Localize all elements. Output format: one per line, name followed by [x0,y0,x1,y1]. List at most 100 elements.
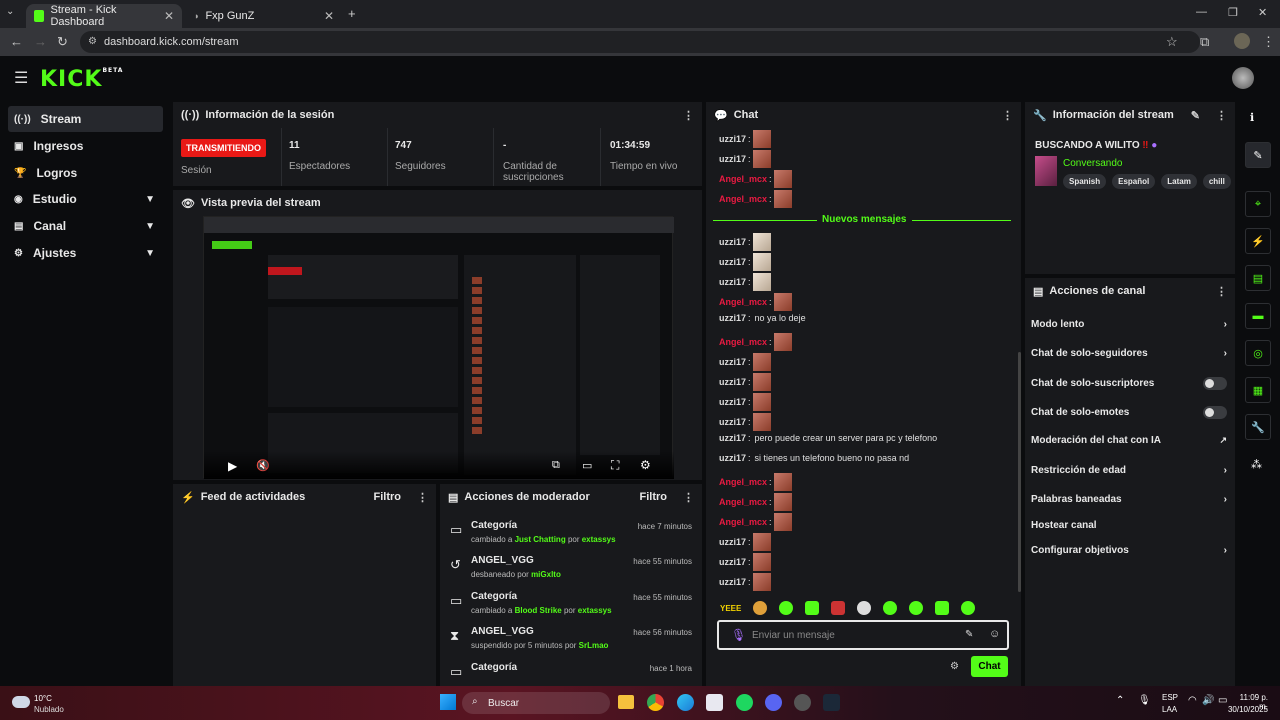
chat-username[interactable]: uzzi17 [719,417,746,427]
toggle-switch[interactable] [1203,377,1227,390]
mod-target-link[interactable]: Blood Strike [515,606,562,615]
chat-emote[interactable] [752,533,771,551]
chat-emote[interactable] [752,393,771,411]
info-icon[interactable]: ℹ [1250,111,1254,124]
close-tab-icon[interactable]: ✕ [164,9,174,23]
wrench-icon[interactable]: 🔧 [1245,414,1271,440]
hamburger-menu-icon[interactable]: ☰ [14,68,28,88]
chat-emote[interactable] [752,373,771,391]
tag-chip[interactable]: Latam [1161,174,1197,189]
action-moderacion-ia[interactable]: Moderación del chat con IA ↗ [1031,435,1227,446]
chat-emote[interactable] [752,150,771,168]
more-options-icon[interactable]: ⋮ [683,109,694,122]
chat-emote[interactable] [773,170,792,188]
edit-stream-icon[interactable]: ✎ [1245,142,1271,168]
tag-chip[interactable]: Spanish [1063,174,1107,189]
chat-username[interactable]: uzzi17 [719,453,746,463]
chat-username[interactable]: uzzi17 [719,577,746,587]
widgets-icon[interactable]: ⁂ [1251,458,1262,471]
more-options-icon[interactable]: ⋮ [1216,109,1227,122]
mod-user-link[interactable]: extassys [582,535,616,544]
chat-username[interactable]: uzzi17 [719,433,746,443]
translate-icon[interactable]: ✎ [965,629,973,640]
action-modo-lento[interactable]: Modo lento › [1031,319,1227,330]
lightning-icon[interactable]: ⚡ [1245,228,1271,254]
action-palabras-baneadas[interactable]: Palabras baneadas › [1031,494,1227,505]
category-link[interactable]: Conversando [1063,158,1122,169]
store-icon[interactable] [706,694,723,711]
sidebar-item-estudio[interactable]: ◉ Estudio ▼ [8,186,163,212]
chat-username[interactable]: uzzi17 [719,277,746,287]
quick-emote-icon[interactable] [909,601,924,615]
minimize-icon[interactable]: — [1196,6,1207,18]
chat-username[interactable]: Angel_mcx [719,517,767,527]
pip-icon[interactable]: ⧉ [552,459,560,472]
chat-emote[interactable] [773,493,792,511]
windows-start-icon[interactable] [440,694,456,710]
keyboard-layout[interactable]: LAA [1162,705,1177,714]
steam-icon[interactable] [823,694,840,711]
action-restriccion-edad[interactable]: Restricción de edad › [1031,465,1227,476]
settings-icon[interactable]: ⚙ [640,458,651,472]
chat-bubble-icon[interactable]: ▬ [1245,303,1271,329]
chat-username[interactable]: uzzi17 [719,237,746,247]
chat-emote[interactable] [773,513,792,531]
clock-date[interactable]: 30/10/2025 [1222,705,1268,714]
chat-emote[interactable] [773,333,792,351]
toggle-switch[interactable] [1203,406,1227,419]
mod-user-link[interactable]: SrLmao [579,641,609,650]
quick-emote-icon[interactable] [831,601,846,615]
chat-input-box[interactable]: 🎙 Enviar un mensaje ✎ ☺ [717,620,1009,650]
chat-username[interactable]: uzzi17 [719,357,746,367]
weather-temp[interactable]: 10°C [34,694,52,703]
chat-emote[interactable] [752,233,771,251]
chat-username[interactable]: uzzi17 [719,377,746,387]
more-options-icon[interactable]: ⋮ [683,491,694,504]
chat-username[interactable]: Angel_mcx [719,194,767,204]
action-solo-seguidores[interactable]: Chat de solo-seguidores › [1031,348,1227,359]
app-icon[interactable] [794,694,811,711]
wifi-icon[interactable]: ◠ [1188,695,1197,706]
chat-username[interactable]: uzzi17 [719,557,746,567]
chrome-icon[interactable] [647,694,664,711]
sidebar-item-canal[interactable]: ▤ Canal ▼ [8,213,163,239]
chat-emote[interactable] [752,413,771,431]
chat-emote[interactable] [752,273,771,291]
url-bar[interactable]: dashboard.kick.com/stream [80,31,1200,53]
chat-username[interactable]: Angel_mcx [719,337,767,347]
site-info-icon[interactable]: ⚙ [88,36,97,47]
tab-kick-dashboard[interactable]: Stream - Kick Dashboard ✕ [26,4,182,28]
chat-emote[interactable] [773,293,792,311]
broadcast-icon[interactable]: ◎ [1245,340,1271,366]
forward-icon[interactable]: → [34,34,47,49]
sidebar-item-stream[interactable]: ((·)) Stream [8,106,163,132]
chat-emote[interactable] [773,473,792,491]
chat-scrollbar[interactable] [1018,352,1021,592]
user-avatar[interactable] [1232,67,1254,89]
profile-avatar-icon[interactable] [1234,33,1250,49]
mod-user-link[interactable]: extassys [578,606,612,615]
chat-username[interactable]: Angel_mcx [719,174,767,184]
quick-emote-yeee[interactable]: YEEE [720,604,741,613]
action-configurar-objetivos[interactable]: Configurar objetivos › [1031,545,1227,556]
mod-user-link[interactable]: miGxlto [531,570,561,579]
microphone-icon[interactable]: 🎙 [1138,695,1151,706]
filter-button[interactable]: Filtro [374,491,402,503]
file-explorer-icon[interactable] [618,695,634,709]
chat-emote[interactable] [752,253,771,271]
emoji-icon[interactable]: ☺ [989,628,1000,640]
browser-menu-icon[interactable]: ⋮ [1262,34,1275,50]
quick-emote-icon[interactable] [857,601,872,615]
chat-username[interactable]: Angel_mcx [719,477,767,487]
chat-username[interactable]: Angel_mcx [719,297,767,307]
close-tab-icon[interactable]: ✕ [324,9,334,23]
quick-emote-icon[interactable] [753,601,768,615]
layout-icon[interactable]: ▦ [1245,377,1271,403]
chat-emote[interactable] [752,130,771,148]
kick-logo[interactable]: KICKBETA [40,67,123,92]
mod-target-link[interactable]: Just Chatting [515,535,566,544]
volume-icon[interactable]: 🔊 [1202,695,1214,706]
edit-icon[interactable]: ✎ [1191,109,1200,122]
microphone-icon[interactable]: 🎙 [731,628,746,642]
mute-icon[interactable]: 🔇 [256,459,270,472]
